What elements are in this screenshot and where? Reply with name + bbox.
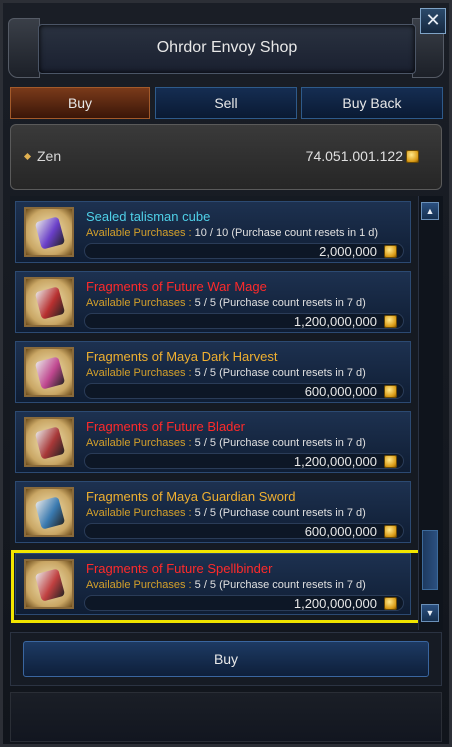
zen-balance-panel: Zen 74.051.001.122 <box>10 124 442 190</box>
bullet-icon <box>23 152 32 161</box>
avail-prefix: Available Purchases : <box>86 367 195 379</box>
item-icon <box>24 277 74 327</box>
shop-item-row[interactable]: Fragments of Future War Mage Available Pu… <box>15 271 411 333</box>
item-gem-icon <box>34 496 66 530</box>
item-availability: Available Purchases : 10 / 10 (Purchase … <box>86 227 378 239</box>
item-icon <box>24 487 74 537</box>
avail-reset: (Purchase count resets in 7 d) <box>216 367 366 379</box>
item-price: 1,200,000,000 <box>293 454 377 469</box>
avail-count: 5 / 5 <box>194 367 217 379</box>
price-bar: 1,200,000,000 <box>84 313 404 329</box>
title-ornament-left <box>8 18 40 78</box>
avail-prefix: Available Purchases : <box>86 507 195 519</box>
shop-item-row[interactable]: Fragments of Maya Dark Harvest Available … <box>15 341 411 403</box>
buy-button-label: Buy <box>213 651 239 667</box>
scrollbar-thumb[interactable] <box>422 530 438 590</box>
avail-reset: (Purchase count resets in 7 d) <box>216 297 366 309</box>
avail-count: 10 / 10 <box>194 227 229 239</box>
price-bar: 2,000,000 <box>84 243 404 259</box>
tab-buy-back[interactable]: Buy Back <box>301 87 443 119</box>
item-gem-icon <box>34 286 66 320</box>
item-name: Fragments of Maya Guardian Sword <box>86 489 296 504</box>
item-name: Fragments of Future War Mage <box>86 279 267 294</box>
arrow-up-icon: ▲ <box>425 206 435 216</box>
item-availability: Available Purchases : 5 / 5 (Purchase co… <box>86 507 366 519</box>
item-icon <box>24 417 74 467</box>
close-button[interactable]: ✕ <box>420 8 446 34</box>
tab-label: Sell <box>214 95 238 111</box>
avail-reset: (Purchase count resets in 1 d) <box>228 227 379 239</box>
item-price: 1,200,000,000 <box>293 314 377 329</box>
item-name: Fragments of Maya Dark Harvest <box>86 349 278 364</box>
zen-coin-icon <box>406 150 419 163</box>
item-gem-icon <box>34 356 66 390</box>
avail-count: 5 / 5 <box>194 437 217 449</box>
item-gem-icon <box>34 216 66 250</box>
price-bar: 1,200,000,000 <box>84 453 404 469</box>
scroll-down-button[interactable]: ▼ <box>421 604 439 622</box>
close-icon: ✕ <box>425 10 441 30</box>
tab-sell[interactable]: Sell <box>155 87 297 119</box>
item-availability: Available Purchases : 5 / 5 (Purchase co… <box>86 367 366 379</box>
title-bar: Ohrdor Envoy Shop <box>38 24 416 74</box>
item-price: 600,000,000 <box>304 524 377 539</box>
zen-label: Zen <box>37 148 62 164</box>
shop-item-row[interactable]: Fragments of Future Blader Available Purc… <box>15 411 411 473</box>
price-bar: 600,000,000 <box>84 523 404 539</box>
item-price: 2,000,000 <box>319 244 377 259</box>
bottom-frame <box>10 692 442 742</box>
item-name: Sealed talisman cube <box>86 209 211 224</box>
item-availability: Available Purchases : 5 / 5 (Purchase co… <box>86 437 366 449</box>
selected-item-highlight <box>11 550 428 623</box>
zen-value: 74.051.001.122 <box>305 148 403 164</box>
shop-item-row[interactable]: Sealed talisman cube Available Purchases … <box>15 201 411 263</box>
tab-label: Buy <box>67 95 93 111</box>
item-icon <box>24 347 74 397</box>
avail-count: 5 / 5 <box>194 297 217 309</box>
zen-coin-icon <box>384 245 397 258</box>
zen-coin-icon <box>384 455 397 468</box>
zen-coin-icon <box>384 525 397 538</box>
tab-label: Buy Back <box>342 95 402 111</box>
item-name: Fragments of Future Blader <box>86 419 245 434</box>
item-icon <box>24 207 74 257</box>
scroll-up-button[interactable]: ▲ <box>421 202 439 220</box>
avail-count: 5 / 5 <box>194 507 217 519</box>
item-availability: Available Purchases : 5 / 5 (Purchase co… <box>86 297 366 309</box>
arrow-down-icon: ▼ <box>425 608 435 618</box>
avail-prefix: Available Purchases : <box>86 297 195 309</box>
item-gem-icon <box>34 426 66 460</box>
avail-prefix: Available Purchases : <box>86 437 195 449</box>
price-bar: 600,000,000 <box>84 383 404 399</box>
zen-coin-icon <box>384 385 397 398</box>
shop-item-row[interactable]: Fragments of Maya Guardian Sword Availabl… <box>15 481 411 543</box>
zen-coin-icon <box>384 315 397 328</box>
tab-buy[interactable]: Buy <box>10 87 150 119</box>
item-price: 600,000,000 <box>304 384 377 399</box>
window-title: Ohrdor Envoy Shop <box>156 39 298 56</box>
buy-button[interactable]: Buy <box>23 641 429 677</box>
avail-reset: (Purchase count resets in 7 d) <box>216 437 366 449</box>
avail-prefix: Available Purchases : <box>86 227 195 239</box>
avail-reset: (Purchase count resets in 7 d) <box>216 507 366 519</box>
